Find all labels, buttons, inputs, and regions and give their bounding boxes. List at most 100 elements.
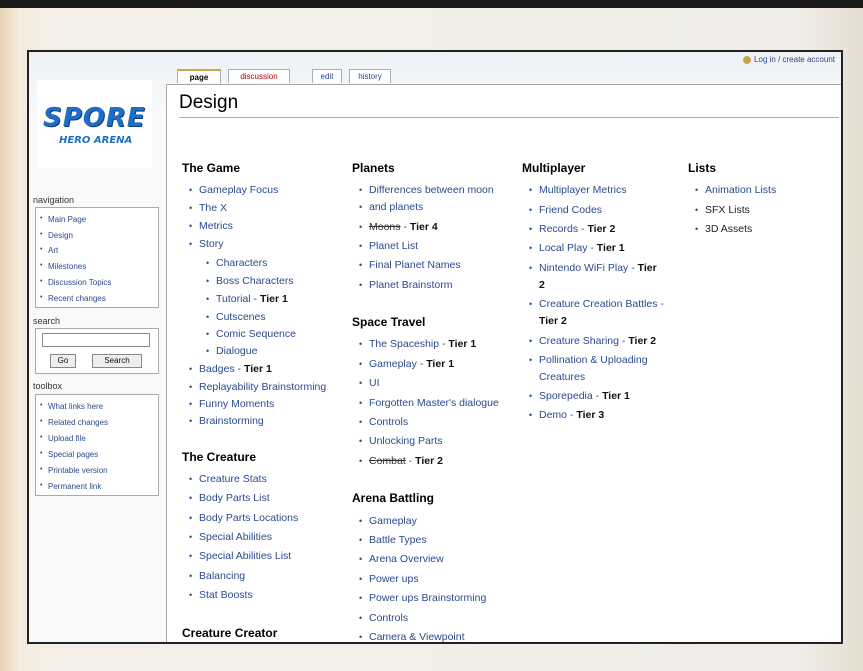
go-button[interactable]: Go	[50, 354, 76, 368]
link-forgotten-masters-dialogue[interactable]: Forgotten Master's dialogue	[359, 395, 499, 412]
link-animation-lists[interactable]: Animation Lists	[695, 182, 776, 199]
link-planet-brainstorm[interactable]: Planet Brainstorm	[359, 277, 453, 294]
link-space-gameplay[interactable]: Gameplay - Tier 1	[359, 356, 455, 373]
link-records-label[interactable]: Records	[539, 223, 578, 235]
link-body-parts-list[interactable]: Body Parts List	[189, 490, 270, 507]
link-the-spaceship-label[interactable]: The Spaceship	[369, 338, 439, 350]
link-ccb-label[interactable]: Creature Creation Battles	[539, 298, 657, 310]
link-local-play[interactable]: Local Play - Tier 1	[529, 240, 625, 257]
link-characters[interactable]: Characters	[206, 255, 267, 272]
link-replayability-brainstorming[interactable]: Replayability Brainstorming	[189, 379, 326, 396]
nav-art[interactable]: Art	[40, 246, 58, 255]
nav-main-page[interactable]: Main Page	[40, 215, 86, 224]
link-planet-list[interactable]: Planet List	[359, 238, 418, 255]
link-comic-sequence[interactable]: Comic Sequence	[206, 326, 296, 343]
nav-milestones[interactable]: Milestones	[40, 262, 86, 271]
link-multiplayer-metrics[interactable]: Multiplayer Metrics	[529, 182, 626, 199]
link-tutorial-label[interactable]: Tutorial	[216, 293, 251, 305]
link-records[interactable]: Records - Tier 2	[529, 221, 615, 238]
link-nintendo-wifi-label[interactable]: Nintendo WiFi Play	[539, 262, 628, 274]
link-differences-moon-planets[interactable]: Differences between moon	[359, 182, 494, 199]
link-arena-controls[interactable]: Controls	[359, 610, 408, 627]
user-links[interactable]: Log in / create account	[743, 55, 835, 64]
link-brainstorming[interactable]: Brainstorming	[189, 413, 264, 430]
link-arena-overview[interactable]: Arena Overview	[359, 551, 444, 568]
link-power-ups-brainstorming[interactable]: Power ups Brainstorming	[359, 590, 486, 607]
link-pollination-creatures[interactable]: Creatures	[539, 369, 585, 386]
tier-wifi-number: 2	[539, 279, 545, 291]
link-sporepedia[interactable]: Sporepedia - Tier 1	[529, 388, 630, 405]
login-link[interactable]: Log in / create account	[754, 55, 835, 64]
tier-space-gameplay: Tier 1	[426, 358, 455, 370]
link-combat[interactable]: Combat - Tier 2	[359, 453, 443, 470]
link-friend-codes[interactable]: Friend Codes	[529, 202, 602, 219]
link-sporepedia-label[interactable]: Sporepedia	[539, 390, 593, 402]
link-demo[interactable]: Demo - Tier 3	[529, 407, 604, 424]
link-boss-characters[interactable]: Boss Characters	[206, 273, 294, 290]
link-dialogue[interactable]: Dialogue	[206, 343, 258, 360]
link-local-play-label[interactable]: Local Play	[539, 242, 587, 254]
page-title: Design	[179, 92, 239, 113]
link-cutscenes[interactable]: Cutscenes	[206, 309, 266, 326]
link-battle-types[interactable]: Battle Types	[359, 532, 427, 549]
link-unlocking-parts[interactable]: Unlocking Parts	[359, 433, 442, 450]
toolbox-special-pages[interactable]: Special pages	[40, 450, 98, 459]
link-the-spaceship[interactable]: The Spaceship - Tier 1	[359, 336, 477, 353]
link-creature-sharing-label[interactable]: Creature Sharing	[539, 335, 619, 347]
link-badges[interactable]: Badges - Tier 1	[189, 361, 272, 378]
site-logo[interactable]: SPORE HERO ARENA	[37, 80, 152, 168]
section-multiplayer: Multiplayer	[522, 161, 586, 175]
search-button[interactable]: Search	[92, 354, 142, 368]
tier-spaceship: Tier 1	[448, 338, 477, 350]
toolbox-permanent-link[interactable]: Permanent link	[40, 482, 101, 491]
link-badges-label[interactable]: Badges	[199, 363, 235, 375]
link-and-planets[interactable]: and planets	[359, 199, 423, 216]
tab-page[interactable]: page	[177, 69, 221, 83]
link-moons-label[interactable]: Moons	[369, 221, 401, 233]
link-space-gameplay-label[interactable]: Gameplay	[369, 358, 417, 370]
navigation-box: Main Page Design Art Milestones Discussi…	[35, 207, 159, 308]
link-story[interactable]: Story	[189, 236, 223, 253]
link-pollination-uploading[interactable]: Pollination & Uploading	[529, 352, 648, 369]
link-special-abilities[interactable]: Special Abilities	[189, 529, 272, 546]
link-nintendo-wifi-play[interactable]: Nintendo WiFi Play - Tier	[529, 260, 657, 277]
link-ui[interactable]: UI	[359, 375, 379, 392]
link-balancing[interactable]: Balancing	[189, 568, 245, 585]
nav-recent-changes[interactable]: Recent changes	[40, 294, 106, 303]
link-combat-label[interactable]: Combat	[369, 455, 406, 467]
link-metrics[interactable]: Metrics	[189, 218, 233, 235]
nav-design[interactable]: Design	[40, 231, 73, 240]
toolbox-printable-version[interactable]: Printable version	[40, 466, 108, 475]
browser-screen: Log in / create account SPORE HERO ARENA…	[27, 50, 843, 644]
tab-history[interactable]: history	[349, 69, 391, 83]
link-special-abilities-list[interactable]: Special Abilities List	[189, 548, 291, 565]
link-moons[interactable]: Moons - Tier 4	[359, 219, 438, 236]
link-arena-gameplay[interactable]: Gameplay	[359, 513, 417, 530]
link-funny-moments[interactable]: Funny Moments	[189, 396, 274, 413]
tier-local-play: Tier 1	[596, 242, 625, 254]
toolbox-upload-file[interactable]: Upload file	[40, 434, 86, 443]
link-gameplay-focus[interactable]: Gameplay Focus	[189, 182, 278, 199]
toolbox-related-changes[interactable]: Related changes	[40, 418, 108, 427]
link-tutorial[interactable]: Tutorial - Tier 1	[206, 291, 288, 308]
search-input[interactable]	[42, 333, 150, 347]
link-creature-creation-battles[interactable]: Creature Creation Battles -	[529, 296, 664, 313]
tab-edit[interactable]: edit	[312, 69, 342, 83]
nav-discussion-topics[interactable]: Discussion Topics	[40, 278, 111, 287]
text-3d-assets: 3D Assets	[695, 221, 752, 238]
user-icon	[743, 55, 752, 64]
section-arena-battling: Arena Battling	[352, 491, 435, 505]
link-camera-viewpoint[interactable]: Camera & Viewpoint	[359, 629, 464, 642]
link-stat-boosts[interactable]: Stat Boosts	[189, 587, 253, 604]
link-body-parts-locations[interactable]: Body Parts Locations	[189, 510, 298, 527]
link-power-ups[interactable]: Power ups	[359, 571, 419, 588]
toolbox-what-links-here[interactable]: What links here	[40, 402, 103, 411]
video-top-bar	[0, 0, 863, 8]
link-demo-label[interactable]: Demo	[539, 409, 567, 421]
link-creature-stats[interactable]: Creature Stats	[189, 471, 267, 488]
link-the-x[interactable]: The X	[189, 200, 227, 217]
tab-discussion[interactable]: discussion	[228, 69, 290, 83]
link-final-planet-names[interactable]: Final Planet Names	[359, 257, 461, 274]
link-creature-sharing[interactable]: Creature Sharing - Tier 2	[529, 333, 656, 350]
link-space-controls[interactable]: Controls	[359, 414, 408, 431]
